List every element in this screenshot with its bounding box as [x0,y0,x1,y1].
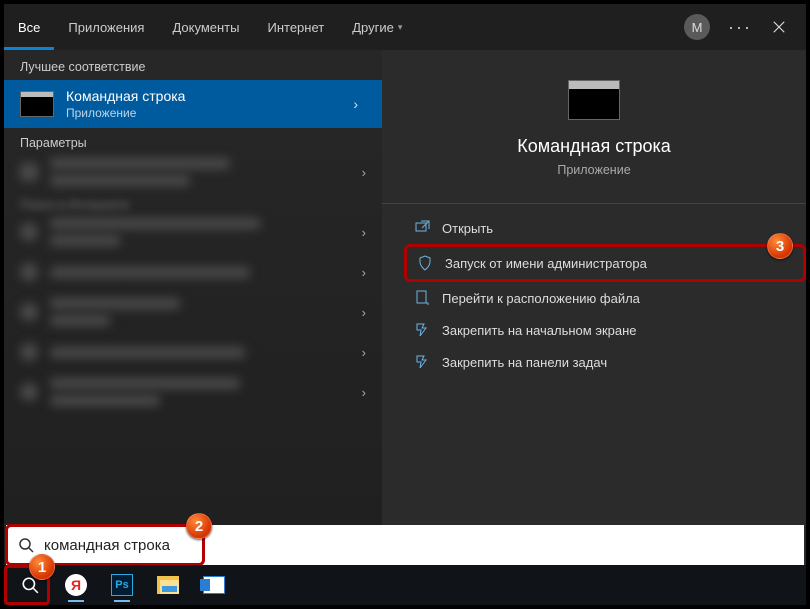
taskbar-explorer[interactable] [146,567,190,603]
tab-other[interactable]: Другие ▾ [338,4,416,50]
taskbar-word[interactable] [192,567,236,603]
search-bar[interactable] [6,525,804,565]
blurred-text [50,175,190,186]
blurred-text [50,395,160,406]
action-label: Закрепить на начальном экране [442,323,637,338]
taskbar-yandex[interactable]: Я [54,567,98,603]
cmd-icon [20,91,54,117]
taskbar: Я Ps [4,565,806,605]
chevron-right-icon: › [362,385,366,400]
web-result[interactable]: › [4,252,382,292]
action-pin-to-start[interactable]: Закрепить на начальном экране [404,314,806,346]
preview-subtitle: Приложение [557,163,630,177]
shield-icon [417,255,433,271]
chevron-right-icon[interactable]: › [353,96,366,112]
search-icon [20,343,38,361]
chevron-right-icon: › [362,345,366,360]
preview-title: Командная строка [517,136,671,157]
photoshop-icon: Ps [111,574,133,596]
search-icon [20,383,38,401]
web-search-header: Поиск в Интернете [4,192,382,212]
close-button[interactable] [760,8,798,46]
word-icon [203,576,225,594]
filter-tabs: Все Приложения Документы Интернет Другие… [4,4,416,50]
web-result[interactable]: › [4,212,382,252]
blurred-text [50,315,110,326]
yandex-icon: Я [65,574,87,596]
results-panel: Лучшее соответствие Командная строка При… [4,50,382,605]
annotation-badge-3: 3 [767,233,793,259]
search-header: Все Приложения Документы Интернет Другие… [4,4,806,50]
search-icon [18,537,34,553]
explorer-icon [157,576,179,594]
action-open[interactable]: Открыть [404,212,806,244]
tab-documents[interactable]: Документы [158,4,253,50]
search-input[interactable] [44,537,792,554]
blurred-text [50,267,250,278]
tab-apps[interactable]: Приложения [54,4,158,50]
taskbar-photoshop[interactable]: Ps [100,567,144,603]
preview-panel: Командная строка Приложение Открыть Запу… [382,50,806,605]
tab-other-label: Другие [352,20,394,35]
taskbar-search-button[interactable] [8,567,52,603]
action-label: Закрепить на панели задач [442,355,607,370]
tab-all[interactable]: Все [4,4,54,50]
blurred-text [50,158,230,169]
search-icon [21,576,39,594]
tab-internet[interactable]: Интернет [253,4,338,50]
best-match-header: Лучшее соответствие [4,50,382,80]
settings-result[interactable]: › [4,152,382,192]
blurred-text [50,378,240,389]
settings-icon [20,163,38,181]
search-icon [20,263,38,281]
blurred-text [50,235,120,246]
search-icon [20,303,38,321]
blurred-text [50,298,180,309]
chevron-right-icon: › [362,165,366,180]
action-label: Запуск от имени администратора [445,256,647,271]
action-label: Открыть [442,221,493,236]
pin-icon [414,322,430,338]
web-result[interactable]: › [4,332,382,372]
action-pin-to-taskbar[interactable]: Закрепить на панели задач [404,346,806,378]
action-open-file-location[interactable]: Перейти к расположению файла [404,282,806,314]
web-result[interactable]: › [4,292,382,332]
best-match-subtitle: Приложение [66,106,185,120]
parameters-header: Параметры [4,128,382,152]
actions-list: Открыть Запуск от имени администратора 3… [382,203,806,378]
action-label: Перейти к расположению файла [442,291,640,306]
best-match-item[interactable]: Командная строка Приложение › [4,80,382,128]
chevron-right-icon: › [362,225,366,240]
open-icon [414,220,430,236]
blurred-text [50,347,245,358]
more-options-button[interactable]: ··· [720,17,760,38]
blurred-text [50,218,260,229]
app-icon [568,80,620,120]
web-result[interactable]: › [4,372,382,412]
close-icon [772,20,786,34]
chevron-right-icon: › [362,265,366,280]
best-match-title: Командная строка [66,88,185,104]
pin-icon [414,354,430,370]
chevron-down-icon: ▾ [398,22,403,33]
search-icon [20,223,38,241]
folder-icon [414,290,430,306]
user-avatar[interactable]: М [684,14,710,40]
action-run-as-admin[interactable]: Запуск от имени администратора 3 [404,244,806,282]
chevron-right-icon: › [362,305,366,320]
